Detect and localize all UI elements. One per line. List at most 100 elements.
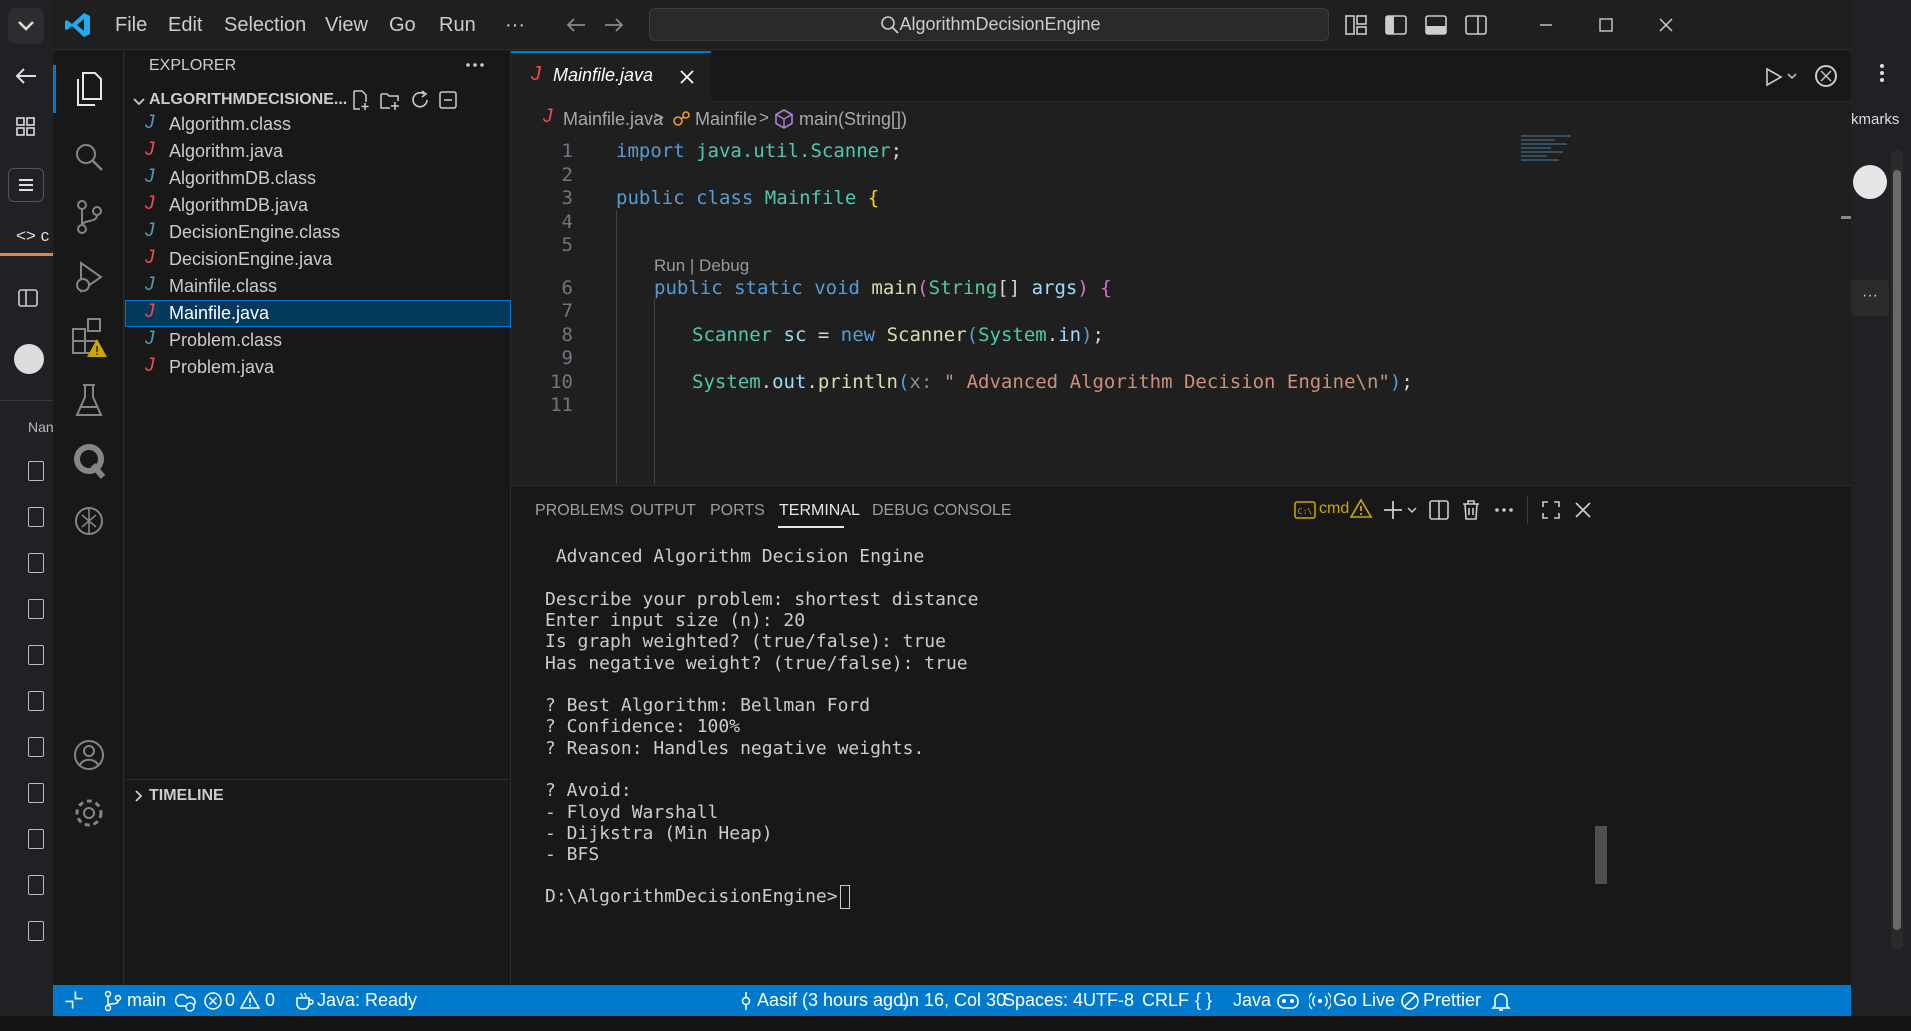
- menu-run[interactable]: Run: [439, 0, 476, 50]
- source-control-icon[interactable]: [71, 197, 107, 237]
- breadcrumb-class[interactable]: Mainfile: [695, 109, 757, 130]
- browser-tab-code[interactable]: <> c: [0, 218, 53, 256]
- copilot-icon[interactable]: [1275, 989, 1301, 1013]
- menu-view[interactable]: View: [325, 0, 368, 50]
- close-window-icon[interactable]: [1653, 12, 1679, 38]
- menu-edit[interactable]: Edit: [168, 0, 202, 50]
- quokka-icon[interactable]: [71, 441, 107, 481]
- terminal-dropdown-chevron-icon[interactable]: [1405, 503, 1419, 517]
- tab-terminal[interactable]: TERMINAL: [779, 486, 860, 536]
- file-item[interactable]: J Problem.class: [125, 327, 511, 354]
- more-vertical-icon[interactable]: [1867, 58, 1897, 88]
- command-center-search[interactable]: AlgorithmDecisionEngine: [649, 8, 1329, 41]
- manage-gear-icon[interactable]: [71, 795, 107, 831]
- file-item[interactable]: J AlgorithmDB.java: [125, 192, 511, 219]
- file-item[interactable]: J DecisionEngine.java: [125, 246, 511, 273]
- encoding-status[interactable]: UTF-8: [1083, 985, 1134, 1016]
- customize-layout-icon[interactable]: [1343, 12, 1369, 38]
- file-item[interactable]: J Mainfile.class: [125, 273, 511, 300]
- language-mode[interactable]: Java: [1233, 985, 1271, 1016]
- terminal-prompt-line[interactable]: D:\AlgorithmDecisionEngine>: [545, 884, 850, 909]
- file-item[interactable]: J AlgorithmDB.class: [125, 165, 511, 192]
- timeline-section-header[interactable]: TIMELINE: [125, 781, 511, 809]
- browser-avatar-right[interactable]: [1853, 165, 1887, 199]
- browser-avatar[interactable]: [14, 344, 44, 374]
- right-more-button[interactable]: ···: [1851, 280, 1889, 316]
- terminal-line: Enter input size (n): 20: [545, 609, 806, 631]
- eol-status[interactable]: CRLF: [1142, 985, 1189, 1016]
- tab-ports[interactable]: PORTS: [710, 486, 765, 536]
- menu-go[interactable]: Go: [389, 0, 416, 50]
- new-file-icon[interactable]: [349, 89, 371, 111]
- go-live-button[interactable]: Go Live: [1309, 985, 1409, 1016]
- menu-selection[interactable]: Selection: [224, 0, 306, 50]
- toggle-secondary-sidebar-icon[interactable]: [1463, 12, 1489, 38]
- new-terminal-plus-icon[interactable]: [1381, 498, 1405, 522]
- account-icon[interactable]: [71, 737, 107, 773]
- toggle-panel-icon[interactable]: [1423, 12, 1449, 38]
- browser-menu-chevron-icon[interactable]: [8, 8, 44, 44]
- codelens-run-debug[interactable]: Run | Debug: [654, 256, 749, 276]
- new-folder-icon[interactable]: [379, 89, 401, 111]
- menu-more[interactable]: ···: [505, 0, 525, 50]
- file-item[interactable]: J Algorithm.class: [125, 111, 511, 138]
- breadcrumb-file[interactable]: Mainfile.java: [563, 109, 663, 130]
- cursor-position[interactable]: Ln 16, Col 30: [899, 985, 1006, 1016]
- problems-status[interactable]: 0 0: [203, 985, 283, 1016]
- maximize-panel-icon[interactable]: [1539, 498, 1563, 522]
- run-dropdown-chevron-icon[interactable]: [1785, 69, 1799, 83]
- maximize-icon[interactable]: [1593, 12, 1619, 38]
- tab-debug-console[interactable]: DEBUG CONSOLE: [872, 486, 1012, 536]
- remote-indicator[interactable]: [53, 985, 95, 1016]
- file-name: Problem.class: [169, 330, 283, 350]
- file-name: Algorithm.class: [169, 114, 292, 134]
- chatgpt-icon[interactable]: [71, 501, 107, 541]
- apps-grid-icon[interactable]: [8, 112, 44, 140]
- indentation-status[interactable]: Spaces: 4: [1003, 985, 1083, 1016]
- run-debug-icon[interactable]: [71, 257, 107, 297]
- run-icon[interactable]: [1761, 65, 1785, 89]
- back-arrow-icon[interactable]: [8, 62, 44, 90]
- close-tab-icon[interactable]: [677, 67, 697, 87]
- kill-terminal-trash-icon[interactable]: [1459, 498, 1483, 522]
- explorer-more-icon[interactable]: [461, 55, 489, 75]
- close-panel-icon[interactable]: [1571, 498, 1595, 522]
- explorer-icon[interactable]: [71, 69, 107, 109]
- git-blame-status[interactable]: Aasif (3 hours ago): [737, 985, 909, 1016]
- tab-output[interactable]: OUTPUT: [630, 486, 696, 536]
- terminal-output[interactable]: Advanced Algorithm Decision Engine Descri…: [511, 538, 1851, 978]
- terminal-line: ? Confidence: 100%: [545, 716, 741, 738]
- java-file-icon: J: [145, 355, 155, 376]
- code-line-10: System.out.println(x: " Advanced Algorit…: [692, 371, 1413, 393]
- breadcrumb-method[interactable]: main(String[]): [799, 109, 907, 130]
- refresh-icon[interactable]: [409, 89, 431, 111]
- scrollbar[interactable]: [1891, 150, 1903, 950]
- nav-back-icon[interactable]: [563, 12, 589, 38]
- code-editor[interactable]: 1 2 3 4 5 6 7 8 9 10 11 import java.util…: [511, 134, 1851, 484]
- minimize-icon[interactable]: [1533, 12, 1559, 38]
- editor-tab-mainfile[interactable]: J Mainfile.java: [511, 51, 711, 102]
- tab-problems[interactable]: PROBLEMS: [535, 486, 624, 536]
- notifications-bell-icon[interactable]: [1489, 989, 1513, 1013]
- file-item[interactable]: J Algorithm.java: [125, 138, 511, 165]
- file-item[interactable]: J Mainfile.java: [125, 300, 511, 327]
- nav-forward-icon[interactable]: [601, 12, 627, 38]
- java-status[interactable]: Java: Ready: [293, 985, 433, 1016]
- file-item[interactable]: J DecisionEngine.class: [125, 219, 511, 246]
- extensions-icon[interactable]: !: [69, 315, 109, 359]
- terminal-scrollbar[interactable]: [1595, 826, 1607, 884]
- panel-icon[interactable]: [16, 286, 40, 310]
- minimap[interactable]: [1511, 134, 1571, 174]
- panel-more-actions-icon[interactable]: [1491, 498, 1517, 522]
- testing-icon[interactable]: [71, 381, 107, 421]
- search-icon[interactable]: [71, 139, 107, 175]
- hamburger-icon[interactable]: [8, 168, 44, 202]
- menu-file[interactable]: File: [115, 0, 147, 50]
- file-item[interactable]: J Problem.java: [125, 354, 511, 381]
- chatgpt-editor-icon[interactable]: [1813, 63, 1839, 89]
- toggle-sidebar-icon[interactable]: [1383, 12, 1409, 38]
- split-terminal-icon[interactable]: [1427, 498, 1451, 522]
- collapse-all-icon[interactable]: [437, 89, 459, 111]
- go-live-label: Go Live: [1333, 990, 1396, 1010]
- terminal-shell-label[interactable]: cmd: [1319, 500, 1349, 518]
